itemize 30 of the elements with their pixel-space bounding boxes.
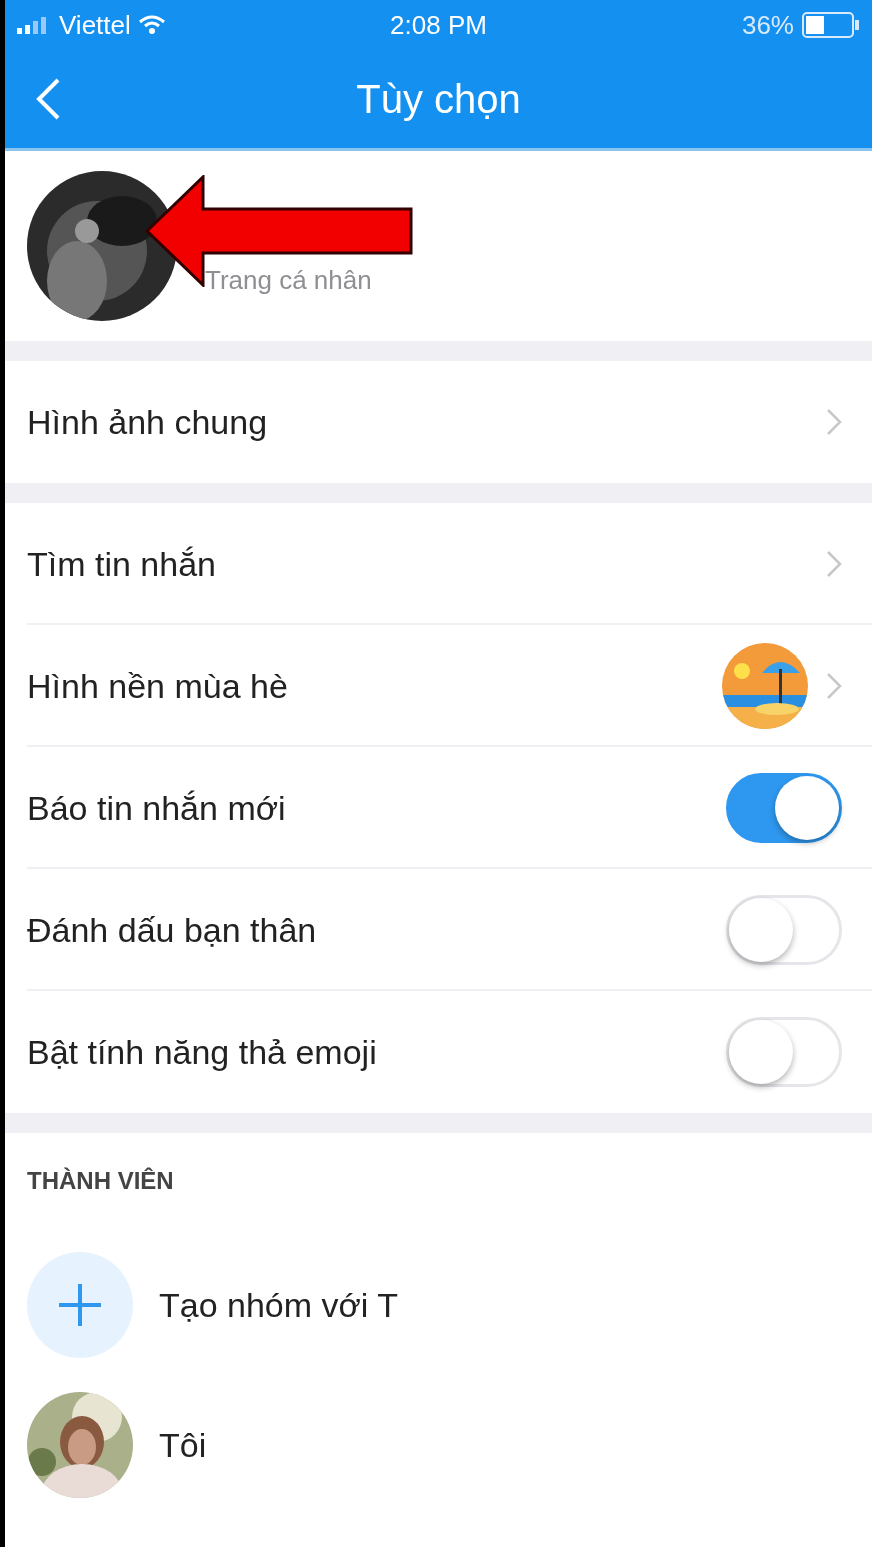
carrier-name: Viettel: [59, 9, 131, 41]
wifi-icon: [138, 15, 165, 35]
row-label: Tìm tin nhắn: [27, 544, 216, 584]
member-row[interactable]: Tôi: [5, 1375, 872, 1515]
battery-percent: 36%: [741, 9, 794, 41]
member-row[interactable]: Tạo nhóm với T: [5, 1235, 872, 1375]
settings-row[interactable]: Bật tính năng thả emoji: [5, 991, 872, 1113]
settings-row[interactable]: Hình ảnh chung: [5, 361, 872, 483]
settings-row[interactable]: Báo tin nhắn mới: [5, 747, 872, 869]
settings-row[interactable]: Hình nền mùa hè: [5, 625, 872, 747]
toggle-switch[interactable]: [726, 773, 842, 843]
row-label: Bật tính năng thả emoji: [27, 1032, 377, 1072]
chevron-icon: [826, 672, 842, 700]
row-label: Đánh dấu bạn thân: [27, 910, 317, 950]
row-label: Hình ảnh chung: [27, 402, 268, 442]
chevron-icon: [826, 408, 842, 436]
screen-title: Tùy chọn: [356, 76, 521, 122]
back-icon[interactable]: [35, 78, 61, 120]
settings-row[interactable]: Đánh dấu bạn thân: [5, 869, 872, 991]
row-label: Hình nền mùa hè: [27, 666, 288, 706]
member-name: Tạo nhóm với T: [159, 1285, 398, 1325]
add-icon: [27, 1252, 133, 1358]
clock-time: 2:08 PM: [390, 9, 487, 41]
row-label: Báo tin nhắn mới: [27, 788, 286, 828]
settings-row[interactable]: Tìm tin nhắn: [5, 503, 872, 625]
profile-subtitle: Trang cá nhân: [205, 265, 372, 296]
section-heading: THÀNH VIÊN: [26, 1166, 175, 1196]
chevron-icon: [826, 550, 842, 578]
battery-icon: [802, 12, 860, 38]
member-name: Tôi: [159, 1425, 207, 1465]
